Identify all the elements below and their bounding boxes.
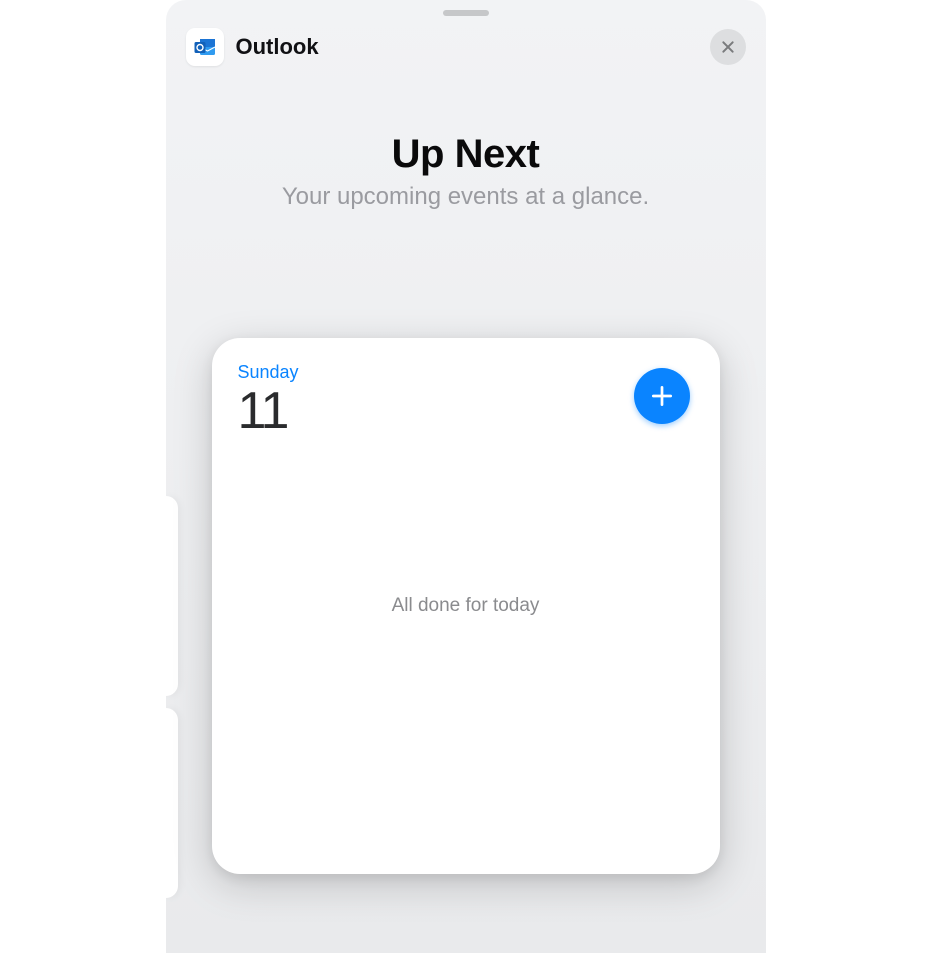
day-name-label: Sunday (238, 362, 694, 383)
add-event-button[interactable] (634, 368, 690, 424)
widget-preview-sheet: Outlook Up Next Your upcoming events at … (166, 0, 766, 953)
plus-icon (649, 383, 675, 409)
page-subtitle: Your upcoming events at a glance. (166, 183, 766, 211)
page-title: Up Next (166, 132, 766, 177)
close-button[interactable] (710, 29, 746, 65)
header-row: Outlook (186, 28, 746, 66)
app-identity: Outlook (186, 28, 319, 66)
title-block: Up Next Your upcoming events at a glance… (166, 132, 766, 211)
app-name-label: Outlook (236, 34, 319, 60)
outlook-icon (186, 28, 224, 66)
day-number-label: 11 (238, 385, 694, 437)
sheet-grabber[interactable] (443, 10, 489, 16)
edge-peek (166, 496, 178, 696)
close-icon (720, 39, 736, 55)
edge-peek (166, 708, 178, 898)
status-text: All done for today (392, 595, 540, 617)
up-next-widget-card[interactable]: Sunday 11 All done for today (212, 338, 720, 874)
